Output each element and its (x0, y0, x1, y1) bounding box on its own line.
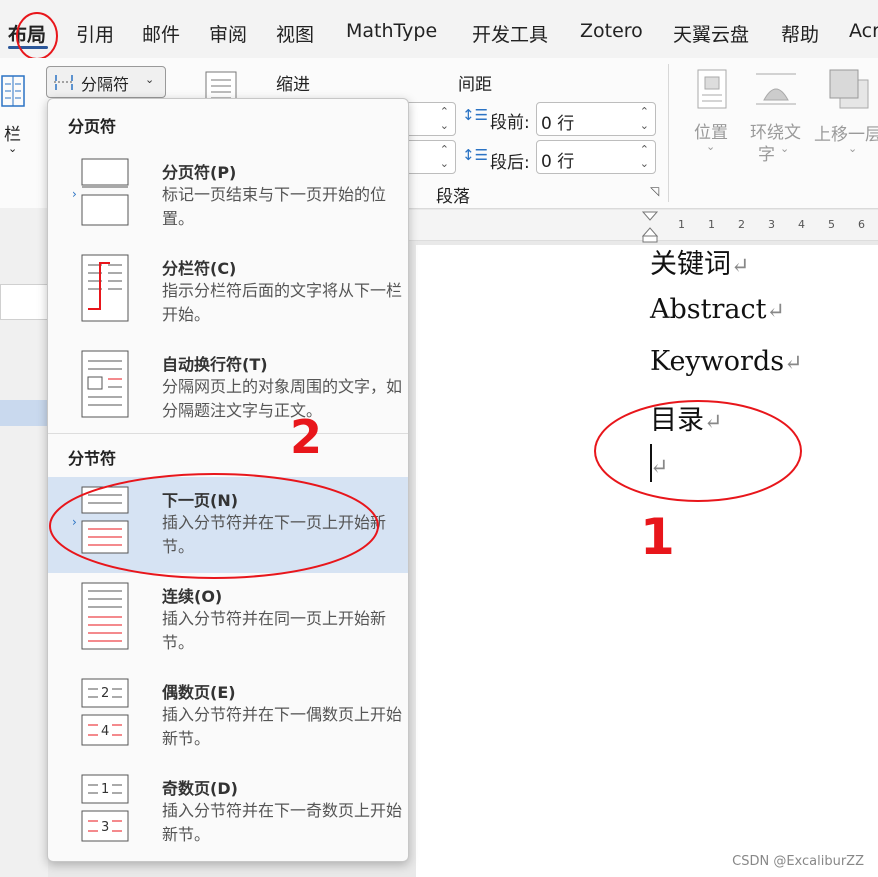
menu-item-desc: 插入分节符并在下一偶数页上开始新节。 (162, 705, 403, 748)
ribbon-tab-bar: 布局 引用 邮件 审阅 视图 MathType 开发工具 Zotero 天翼云盘… (0, 0, 878, 60)
spin-up-icon[interactable]: ⌃ (440, 143, 449, 156)
page-break-icon (81, 158, 129, 226)
text-wrapping-break-icon (81, 350, 129, 418)
navigation-pane (0, 208, 50, 877)
page-breaks-header: 分页符 (68, 117, 117, 136)
annotation-circle-cursor (594, 400, 802, 502)
svg-text:4: 4 (101, 724, 109, 739)
wrap-text-button-line2: 字 (758, 145, 775, 165)
chevron-right-icon: › (72, 187, 77, 201)
menu-item-title: 分页符(P) (162, 163, 237, 182)
spin-up-icon[interactable]: ⌃ (440, 105, 449, 118)
svg-text:1: 1 (101, 782, 109, 797)
menu-item-continuous[interactable]: 连续(O) 插入分节符并在同一页上开始新节。 (48, 573, 408, 669)
tab-mailings[interactable]: 邮件 (142, 20, 180, 47)
space-after-value: 0 行 (541, 152, 575, 172)
spin-down-icon[interactable]: ⌄ (640, 157, 649, 170)
doc-line-keywords: Keywords↵ (650, 346, 803, 377)
space-after-input[interactable]: 0 行 ⌃ ⌄ (536, 140, 656, 174)
chevron-down-icon: ⌄ (145, 73, 155, 86)
indent-label: 缩进 (276, 75, 310, 95)
menu-item-text-wrapping-break[interactable]: 自动换行符(T) 分隔网页上的对象周围的文字，如分隔题注文字与正文。 (48, 341, 408, 437)
chevron-down-icon: ⌄ (848, 142, 858, 155)
tab-review[interactable]: 审阅 (209, 20, 247, 47)
ruler-mark-4: 4 (798, 218, 805, 231)
menu-item-title: 分栏符(C) (162, 259, 237, 278)
navigation-selected-heading[interactable] (0, 400, 48, 426)
watermark: CSDN @ExcaliburZZ (732, 854, 864, 869)
tab-developer[interactable]: 开发工具 (472, 20, 548, 47)
space-before-value: 0 行 (541, 114, 575, 134)
section-breaks-header: 分节符 (68, 449, 117, 468)
menu-item-desc: 分隔网页上的对象周围的文字，如分隔题注文字与正文。 (162, 377, 403, 420)
even-page-break-icon: 2 4 (81, 678, 129, 746)
ruler-mark-3: 3 (768, 218, 775, 231)
annotation-circle-tab (16, 12, 58, 60)
spin-up-icon[interactable]: ⌃ (640, 143, 649, 156)
navigation-search-input[interactable] (0, 284, 50, 320)
spin-down-icon[interactable]: ⌄ (440, 157, 449, 170)
ruler-mark-5: 5 (828, 218, 835, 231)
odd-page-break-icon: 1 3 (81, 774, 129, 842)
columns-icon (1, 75, 25, 107)
space-before-label: 段前: (490, 113, 530, 133)
menu-item-title: 连续(O) (162, 587, 223, 606)
ruler-mark-2: 2 (738, 218, 745, 231)
space-after-icon: ↕☰ (462, 146, 489, 164)
doc-line-abstract: Abstract↵ (650, 294, 785, 325)
annotation-step-1: 1 (640, 508, 675, 566)
breaks-button-label: 分隔符 (81, 75, 130, 94)
paragraph-group-label: 段落 (436, 187, 470, 207)
ruler-mark-6: 6 (858, 218, 865, 231)
position-icon (697, 69, 727, 109)
menu-item-even-page[interactable]: 2 4 偶数页(E) 插入分节符并在下一偶数页上开始新节。 (48, 669, 408, 765)
wrap-text-icon (756, 73, 796, 105)
menu-item-column-break[interactable]: 分栏符(C) 指示分栏符后面的文字将从下一栏开始。 (48, 245, 408, 341)
space-before-input[interactable]: 0 行 ⌃ ⌄ (536, 102, 656, 136)
horizontal-ruler[interactable]: 1 1 2 3 4 5 6 (408, 210, 878, 244)
doc-line-keywords-cn: 关键词↵ (650, 249, 750, 280)
bring-forward-button[interactable]: 上移一层 (814, 120, 878, 145)
menu-item-odd-page[interactable]: 1 3 奇数页(D) 插入分节符并在下一奇数页上开始新节。 (48, 765, 408, 861)
space-after-label: 段后: (490, 153, 530, 173)
spacing-label: 间距 (458, 75, 492, 95)
ruler-mark-1b: 1 (708, 218, 715, 231)
tab-view[interactable]: 视图 (276, 20, 314, 47)
tab-help[interactable]: 帮助 (781, 20, 819, 47)
tab-acrobat[interactable]: Acr (849, 20, 878, 42)
menu-item-desc: 指示分栏符后面的文字将从下一栏开始。 (162, 281, 403, 324)
ruler-mark-1: 1 (678, 218, 685, 231)
group-divider (668, 64, 669, 202)
indent-marker-icon[interactable] (640, 210, 660, 244)
bring-forward-icon (829, 69, 869, 109)
spin-down-icon[interactable]: ⌄ (440, 119, 449, 132)
spin-up-icon[interactable]: ⌃ (640, 105, 649, 118)
breaks-button[interactable]: 分隔符 ⌄ (46, 66, 166, 98)
menu-item-title: 自动换行符(T) (162, 355, 268, 374)
tab-zotero[interactable]: Zotero (580, 20, 643, 42)
svg-text:3: 3 (101, 820, 109, 835)
chevron-down-icon: ⌄ (706, 140, 716, 153)
menu-item-title: 奇数页(D) (162, 779, 238, 798)
continuous-break-icon (81, 582, 129, 650)
menu-item-desc: 插入分节符并在同一页上开始新节。 (162, 609, 387, 652)
spin-down-icon[interactable]: ⌄ (640, 119, 649, 132)
annotation-circle-next-page (49, 473, 379, 579)
menu-item-title: 偶数页(E) (162, 683, 236, 702)
menu-item-page-break[interactable]: › 分页符(P) 标记一页结束与下一页开始的位置。 (48, 149, 408, 245)
column-break-icon (81, 254, 129, 322)
annotation-step-2: 2 (290, 410, 323, 464)
space-before-icon: ↕☰ (462, 106, 489, 124)
chevron-down-icon[interactable]: ⌄ (8, 142, 17, 155)
tab-references[interactable]: 引用 (76, 20, 114, 47)
tab-mathtype[interactable]: MathType (346, 20, 437, 42)
tab-tianyi-cloud[interactable]: 天翼云盘 (673, 20, 749, 47)
breaks-icon (54, 75, 74, 90)
menu-item-desc: 插入分节符并在下一奇数页上开始新节。 (162, 801, 403, 844)
dialog-launcher-icon[interactable]: ◹ (650, 184, 659, 198)
menu-item-desc: 标记一页结束与下一页开始的位置。 (162, 185, 387, 228)
menu-divider (48, 433, 408, 434)
chevron-down-icon: ⌄ (780, 142, 790, 155)
svg-text:2: 2 (101, 686, 109, 701)
